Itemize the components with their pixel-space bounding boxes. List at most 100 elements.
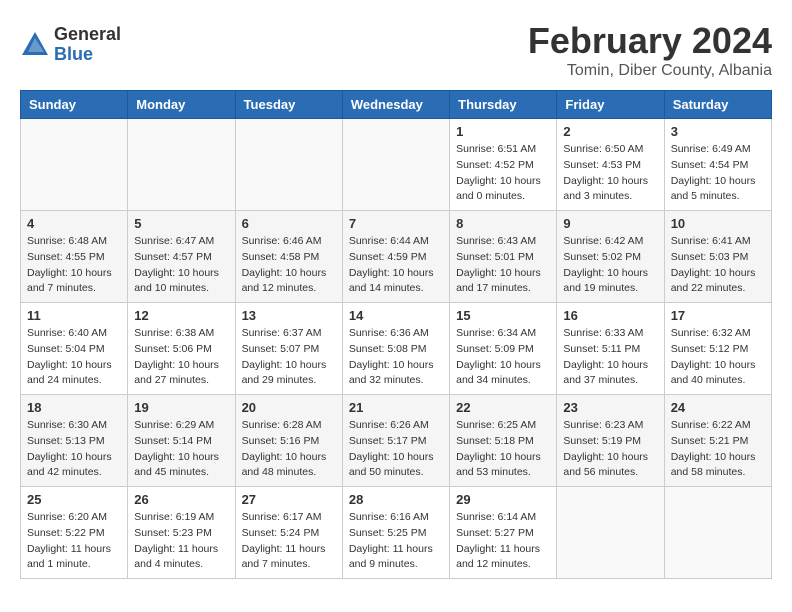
day-info: Sunrise: 6:41 AMSunset: 5:03 PMDaylight:… xyxy=(671,234,765,297)
calendar-cell: 21Sunrise: 6:26 AMSunset: 5:17 PMDayligh… xyxy=(342,395,449,487)
day-number: 26 xyxy=(134,492,228,507)
day-number: 14 xyxy=(349,308,443,323)
calendar-header-tuesday: Tuesday xyxy=(235,91,342,119)
day-number: 23 xyxy=(563,400,657,415)
calendar-header-row: SundayMondayTuesdayWednesdayThursdayFrid… xyxy=(21,91,772,119)
day-info: Sunrise: 6:26 AMSunset: 5:17 PMDaylight:… xyxy=(349,418,443,481)
day-number: 13 xyxy=(242,308,336,323)
page-header: General Blue February 2024 Tomin, Diber … xyxy=(20,20,772,80)
calendar-cell: 3Sunrise: 6:49 AMSunset: 4:54 PMDaylight… xyxy=(664,119,771,211)
day-number: 4 xyxy=(27,216,121,231)
calendar-cell: 28 Sunrise: 6:16 AMSunset: 5:25 PMDayligh… xyxy=(342,487,449,579)
day-info: Sunrise: 6:17 AMSunset: 5:24 PMDaylight:… xyxy=(242,510,336,573)
day-info: Sunrise: 6:22 AMSunset: 5:21 PMDaylight:… xyxy=(671,418,765,481)
day-number: 22 xyxy=(456,400,550,415)
logo-general: General xyxy=(54,25,121,45)
day-info: Sunrise: 6:38 AMSunset: 5:06 PMDaylight:… xyxy=(134,326,228,389)
day-info: Sunrise: 6:50 AMSunset: 4:53 PMDaylight:… xyxy=(563,142,657,205)
calendar-cell: 5 Sunrise: 6:47 AMSunset: 4:57 PMDaylight… xyxy=(128,211,235,303)
calendar-cell xyxy=(664,487,771,579)
day-info: Sunrise: 6:40 AMSunset: 5:04 PMDaylight:… xyxy=(27,326,121,389)
calendar-cell: 22 Sunrise: 6:25 AMSunset: 5:18 PMDayligh… xyxy=(450,395,557,487)
calendar-cell xyxy=(128,119,235,211)
calendar-cell: 11 Sunrise: 6:40 AMSunset: 5:04 PMDayligh… xyxy=(21,303,128,395)
title-section: February 2024 Tomin, Diber County, Alban… xyxy=(528,20,772,80)
day-info: Sunrise: 6:49 AMSunset: 4:54 PMDaylight:… xyxy=(671,142,765,205)
sub-title: Tomin, Diber County, Albania xyxy=(528,62,772,80)
day-info: Sunrise: 6:48 AMSunset: 4:55 PMDaylight:… xyxy=(27,234,121,297)
logo-icon xyxy=(20,30,50,60)
day-info: Sunrise: 6:28 AMSunset: 5:16 PMDaylight:… xyxy=(242,418,336,481)
calendar-header-friday: Friday xyxy=(557,91,664,119)
calendar-week-row: 11 Sunrise: 6:40 AMSunset: 5:04 PMDayligh… xyxy=(21,303,772,395)
day-number: 2 xyxy=(563,124,657,139)
calendar-cell: 14 Sunrise: 6:36 AMSunset: 5:08 PMDayligh… xyxy=(342,303,449,395)
day-number: 29 xyxy=(456,492,550,507)
day-info: Sunrise: 6:16 AMSunset: 5:25 PMDaylight:… xyxy=(349,510,443,573)
logo-text: General Blue xyxy=(54,25,121,65)
day-info: Sunrise: 6:23 AMSunset: 5:19 PMDaylight:… xyxy=(563,418,657,481)
calendar-cell: 6 Sunrise: 6:46 AMSunset: 4:58 PMDaylight… xyxy=(235,211,342,303)
calendar-cell: 1 Sunrise: 6:51 AMSunset: 4:52 PMDaylight… xyxy=(450,119,557,211)
day-number: 20 xyxy=(242,400,336,415)
day-info: Sunrise: 6:37 AMSunset: 5:07 PMDaylight:… xyxy=(242,326,336,389)
calendar-header-monday: Monday xyxy=(128,91,235,119)
calendar-cell xyxy=(235,119,342,211)
calendar-cell: 25 Sunrise: 6:20 AMSunset: 5:22 PMDayligh… xyxy=(21,487,128,579)
day-number: 5 xyxy=(134,216,228,231)
calendar-cell xyxy=(342,119,449,211)
calendar-cell xyxy=(21,119,128,211)
calendar-cell: 18Sunrise: 6:30 AMSunset: 5:13 PMDayligh… xyxy=(21,395,128,487)
calendar-cell: 4 Sunrise: 6:48 AMSunset: 4:55 PMDaylight… xyxy=(21,211,128,303)
calendar-cell: 27 Sunrise: 6:17 AMSunset: 5:24 PMDayligh… xyxy=(235,487,342,579)
day-number: 24 xyxy=(671,400,765,415)
day-number: 28 xyxy=(349,492,443,507)
calendar-cell: 12Sunrise: 6:38 AMSunset: 5:06 PMDayligh… xyxy=(128,303,235,395)
day-info: Sunrise: 6:14 AMSunset: 5:27 PMDaylight:… xyxy=(456,510,550,573)
day-info: Sunrise: 6:34 AMSunset: 5:09 PMDaylight:… xyxy=(456,326,550,389)
calendar-cell: 10 Sunrise: 6:41 AMSunset: 5:03 PMDayligh… xyxy=(664,211,771,303)
day-number: 25 xyxy=(27,492,121,507)
calendar-cell: 16Sunrise: 6:33 AMSunset: 5:11 PMDayligh… xyxy=(557,303,664,395)
calendar-header-sunday: Sunday xyxy=(21,91,128,119)
day-info: Sunrise: 6:29 AMSunset: 5:14 PMDaylight:… xyxy=(134,418,228,481)
calendar-week-row: 25 Sunrise: 6:20 AMSunset: 5:22 PMDayligh… xyxy=(21,487,772,579)
calendar-cell: 26 Sunrise: 6:19 AMSunset: 5:23 PMDayligh… xyxy=(128,487,235,579)
calendar-cell: 29 Sunrise: 6:14 AMSunset: 5:27 PMDayligh… xyxy=(450,487,557,579)
calendar-cell xyxy=(557,487,664,579)
day-number: 1 xyxy=(456,124,550,139)
day-number: 6 xyxy=(242,216,336,231)
calendar-cell: 19Sunrise: 6:29 AMSunset: 5:14 PMDayligh… xyxy=(128,395,235,487)
day-info: Sunrise: 6:19 AMSunset: 5:23 PMDaylight:… xyxy=(134,510,228,573)
calendar-cell: 15Sunrise: 6:34 AMSunset: 5:09 PMDayligh… xyxy=(450,303,557,395)
day-info: Sunrise: 6:44 AMSunset: 4:59 PMDaylight:… xyxy=(349,234,443,297)
calendar-week-row: 18Sunrise: 6:30 AMSunset: 5:13 PMDayligh… xyxy=(21,395,772,487)
calendar-header-wednesday: Wednesday xyxy=(342,91,449,119)
day-info: Sunrise: 6:42 AMSunset: 5:02 PMDaylight:… xyxy=(563,234,657,297)
day-info: Sunrise: 6:47 AMSunset: 4:57 PMDaylight:… xyxy=(134,234,228,297)
day-info: Sunrise: 6:51 AMSunset: 4:52 PMDaylight:… xyxy=(456,142,550,205)
calendar-week-row: 1 Sunrise: 6:51 AMSunset: 4:52 PMDaylight… xyxy=(21,119,772,211)
calendar-cell: 8Sunrise: 6:43 AMSunset: 5:01 PMDaylight… xyxy=(450,211,557,303)
calendar-cell: 17Sunrise: 6:32 AMSunset: 5:12 PMDayligh… xyxy=(664,303,771,395)
day-info: Sunrise: 6:46 AMSunset: 4:58 PMDaylight:… xyxy=(242,234,336,297)
day-number: 7 xyxy=(349,216,443,231)
calendar-cell: 23 Sunrise: 6:23 AMSunset: 5:19 PMDayligh… xyxy=(557,395,664,487)
calendar-header-saturday: Saturday xyxy=(664,91,771,119)
day-number: 10 xyxy=(671,216,765,231)
calendar-header-thursday: Thursday xyxy=(450,91,557,119)
day-info: Sunrise: 6:36 AMSunset: 5:08 PMDaylight:… xyxy=(349,326,443,389)
logo-blue: Blue xyxy=(54,45,121,65)
calendar-cell: 20 Sunrise: 6:28 AMSunset: 5:16 PMDayligh… xyxy=(235,395,342,487)
day-info: Sunrise: 6:20 AMSunset: 5:22 PMDaylight:… xyxy=(27,510,121,573)
calendar-cell: 9 Sunrise: 6:42 AMSunset: 5:02 PMDaylight… xyxy=(557,211,664,303)
day-number: 18 xyxy=(27,400,121,415)
day-number: 9 xyxy=(563,216,657,231)
calendar-table: SundayMondayTuesdayWednesdayThursdayFrid… xyxy=(20,90,772,579)
day-info: Sunrise: 6:25 AMSunset: 5:18 PMDaylight:… xyxy=(456,418,550,481)
day-number: 11 xyxy=(27,308,121,323)
day-number: 27 xyxy=(242,492,336,507)
day-number: 8 xyxy=(456,216,550,231)
calendar-cell: 7 Sunrise: 6:44 AMSunset: 4:59 PMDaylight… xyxy=(342,211,449,303)
day-info: Sunrise: 6:32 AMSunset: 5:12 PMDaylight:… xyxy=(671,326,765,389)
